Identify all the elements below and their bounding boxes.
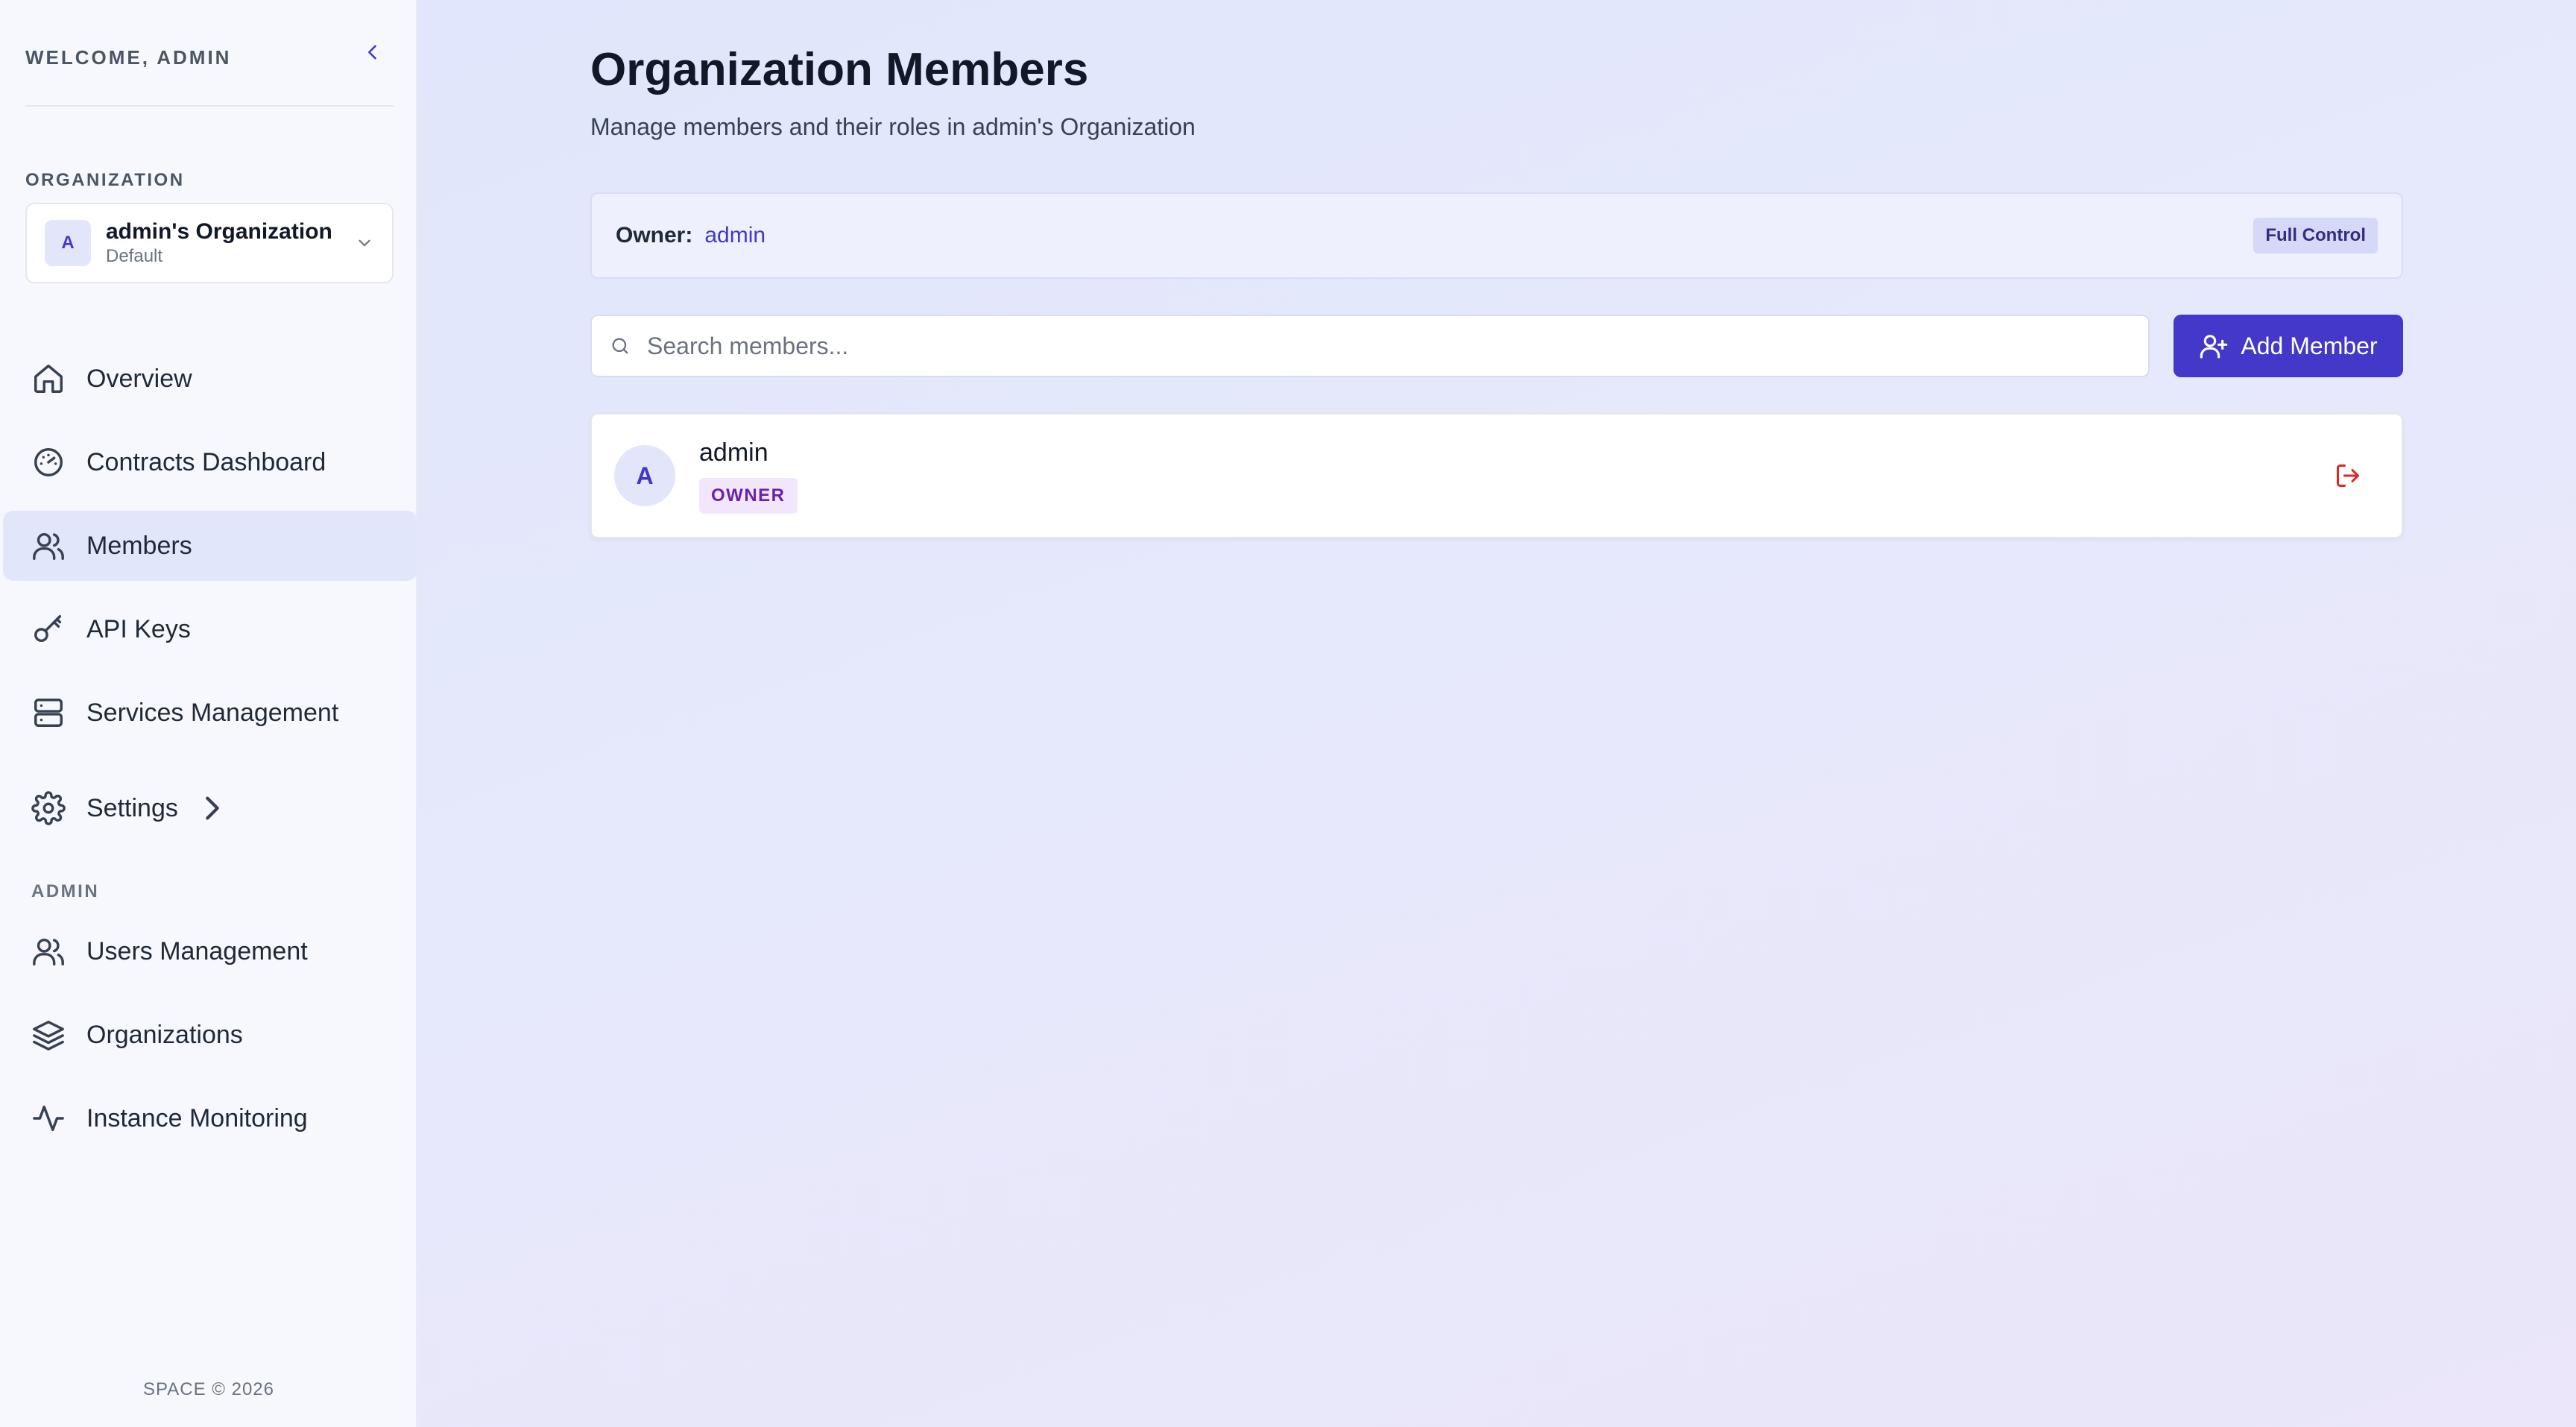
- sidebar: WELCOME, ADMIN ORGANIZATION A admin's Or…: [0, 0, 417, 1427]
- owner-value: admin: [704, 223, 766, 248]
- organization-selector[interactable]: A admin's Organization Default: [25, 203, 394, 283]
- sidebar-item-label: Contracts Dashboard: [86, 447, 326, 476]
- activity-icon: [33, 1105, 64, 1132]
- users-icon: [33, 532, 64, 560]
- gear-icon: [31, 791, 66, 825]
- sidebar-item-instance-monitoring[interactable]: Instance Monitoring: [3, 1083, 417, 1153]
- server-icon: [34, 699, 63, 727]
- user-plus-icon: [2200, 335, 2228, 359]
- sidebar-item-label: API Keys: [86, 614, 191, 643]
- chevron-right-icon: [195, 791, 229, 825]
- sidebar-item-label: Services Management: [86, 698, 339, 727]
- chevron-down-icon: [359, 239, 370, 247]
- add-member-button[interactable]: Add Member: [2174, 315, 2403, 377]
- search-icon: [612, 338, 628, 354]
- sidebar-item-overview[interactable]: Overview: [3, 344, 417, 414]
- sidebar-item-label: Users Management: [86, 936, 308, 965]
- users-icon: [33, 938, 64, 965]
- sidebar-item-services-management[interactable]: Services Management: [3, 678, 417, 748]
- owner-card: Owner: admin Full Control: [590, 192, 2403, 279]
- layers-icon: [33, 1021, 64, 1050]
- key-icon: [34, 615, 62, 643]
- page-subtitle: Manage members and their roles in admin'…: [590, 113, 1196, 140]
- organization-subtitle: Default: [106, 246, 163, 266]
- sidebar-item-label: Instance Monitoring: [86, 1103, 308, 1133]
- page-title: Organization Members: [590, 44, 1089, 95]
- sidebar-divider: [25, 105, 394, 107]
- admin-section-label: ADMIN: [31, 881, 100, 901]
- search-box: [590, 315, 2150, 377]
- member-row: A admin OWNER: [590, 413, 2403, 538]
- sidebar-item-members[interactable]: Members: [3, 511, 417, 581]
- collapse-sidebar-button[interactable]: [358, 37, 388, 67]
- chevron-left-icon: [368, 45, 376, 60]
- sidebar-item-contracts-dashboard[interactable]: Contracts Dashboard: [3, 427, 417, 497]
- role-badge: OWNER: [699, 477, 798, 514]
- sidebar-item-label: Settings: [86, 793, 178, 822]
- sidebar-footer: SPACE © 2026: [143, 1379, 274, 1399]
- organization-avatar: A: [45, 220, 91, 266]
- organization-name: admin's Organization: [106, 219, 332, 244]
- sidebar-item-label: Overview: [86, 364, 192, 393]
- search-input[interactable]: [647, 332, 2123, 360]
- log-out-icon: [2337, 464, 2359, 487]
- sidebar-item-label: Members: [86, 531, 192, 560]
- sidebar-item-settings[interactable]: Settings: [3, 773, 417, 843]
- gauge-icon: [34, 448, 63, 476]
- member-name: admin: [699, 438, 768, 467]
- owner-label: Owner:: [616, 223, 693, 248]
- home-icon: [34, 365, 63, 393]
- member-avatar: A: [614, 445, 675, 506]
- welcome-text: WELCOME, ADMIN: [25, 46, 232, 69]
- organization-section-label: ORGANIZATION: [25, 170, 185, 190]
- sidebar-item-organizations[interactable]: Organizations: [3, 1000, 417, 1070]
- sidebar-item-users-management[interactable]: Users Management: [3, 916, 417, 986]
- full-control-badge: Full Control: [2253, 218, 2378, 253]
- sidebar-item-api-keys[interactable]: API Keys: [3, 594, 417, 664]
- remove-member-button[interactable]: [2327, 455, 2369, 497]
- add-member-label: Add Member: [2241, 332, 2378, 359]
- sidebar-item-label: Organizations: [86, 1020, 243, 1049]
